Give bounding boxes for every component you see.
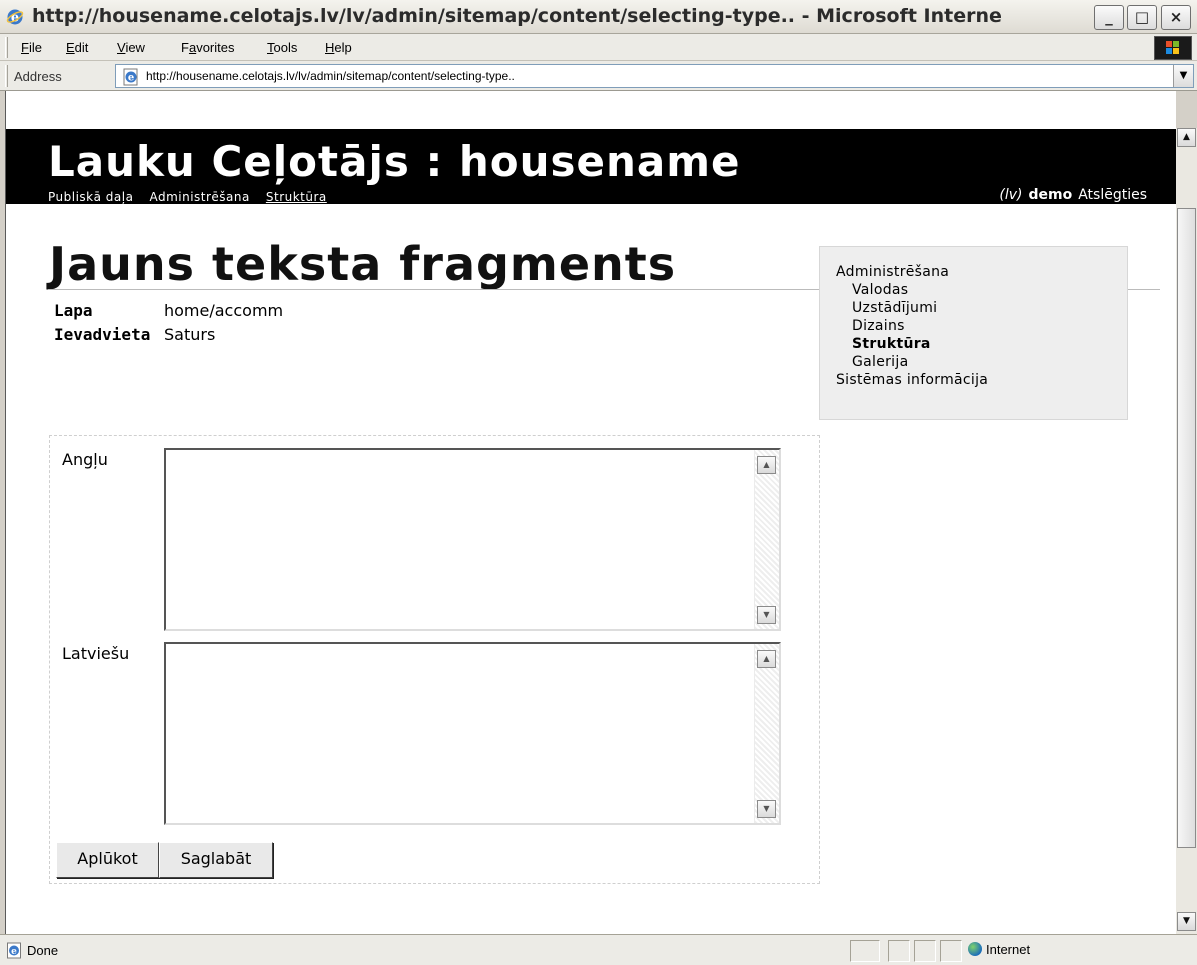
logout-link[interactable]: Atslēgties [1078,187,1147,203]
username: demo [1028,187,1073,203]
status-pane [914,940,936,962]
page-done-icon: e [7,942,21,959]
meta-row: Lapa home/accomm [54,301,283,325]
menu-bar: File Edit View Favorites Tools Help [0,34,1197,61]
toolbar-grip[interactable] [5,37,8,58]
page-icon: e [123,68,138,86]
windows-logo-icon [1154,36,1192,60]
meta-key: Lapa [54,301,93,320]
textarea-scrollbar[interactable]: ▲ ▼ [754,644,779,823]
nav-public[interactable]: Publiskā daļa [48,190,133,204]
sidebar-heading[interactable]: Administrēšana [836,263,1127,281]
save-button[interactable]: Saglabāt [159,842,273,878]
address-bar: Address e http://housename.celotajs.lv/l… [0,61,1197,91]
scroll-thumb[interactable] [1177,208,1196,848]
menu-tools[interactable]: Tools [267,40,297,55]
sidebar-item-system-info[interactable]: Sistēmas informācija [836,371,1127,389]
security-zone: Internet [968,942,1030,957]
zone-label: Internet [986,942,1031,957]
address-input[interactable]: e http://housename.celotajs.lv/lv/admin/… [115,64,1194,88]
site-header: Lauku Ceļotājs : housename Publiskā daļa… [6,129,1176,204]
svg-text:e: e [128,73,134,84]
menu-help[interactable]: Help [325,40,352,55]
menu-file[interactable]: File [21,40,42,55]
textarea-english[interactable]: ▲ ▼ [164,448,781,631]
page-title: Jauns teksta fragments [49,237,677,291]
status-pane [850,940,880,962]
menu-edit[interactable]: Edit [66,40,88,55]
menu-view[interactable]: View [117,40,145,55]
status-bar: e Done Internet [0,934,1197,965]
scroll-down-icon[interactable]: ▼ [757,606,776,624]
meta-value: Saturs [164,325,216,344]
toolbar-grip[interactable] [5,65,8,87]
menu-favorites[interactable]: Favorites [181,40,234,55]
address-dropdown-button[interactable]: ▼ [1173,65,1193,87]
internet-explorer-icon: e [6,9,24,26]
sidebar-item-gallery[interactable]: Galerija [836,353,1127,371]
site-title: Lauku Ceļotājs : housename [48,137,741,186]
scroll-down-icon[interactable]: ▼ [757,800,776,818]
user-box: (lv) demo Atslēgties [999,187,1147,203]
address-label: Address [14,69,62,84]
textarea-scrollbar[interactable]: ▲ ▼ [754,450,779,629]
meta-value: home/accomm [164,301,284,320]
scroll-up-icon[interactable]: ▲ [757,456,776,474]
scroll-up-icon[interactable]: ▲ [1177,128,1196,147]
scroll-up-icon[interactable]: ▲ [757,650,776,668]
nav-structure[interactable]: Struktūra [266,190,327,204]
svg-text:e: e [11,947,17,957]
window-title: http://housename.celotajs.lv/lv/admin/si… [32,5,1002,27]
scroll-down-icon[interactable]: ▼ [1177,912,1196,931]
status-text: Done [27,943,59,958]
page-viewport: Lauku Ceļotājs : housename Publiskā daļa… [5,91,1176,934]
admin-sidebar: Administrēšana Valodas Uzstādījumi Dizai… [819,246,1128,420]
language-indicator[interactable]: (lv) [999,187,1022,203]
page-meta: Lapa home/accomm Ievadvieta Saturs [54,301,283,349]
minimize-button[interactable]: _ [1094,5,1124,30]
preview-button[interactable]: Aplūkot [56,842,159,878]
sidebar-item-structure[interactable]: Struktūra [836,335,1127,353]
field-label-english: Angļu [62,450,108,469]
sidebar-item-settings[interactable]: Uzstādījumi [836,299,1127,317]
close-button[interactable]: × [1161,5,1191,30]
address-url: http://housename.celotajs.lv/lv/admin/si… [146,69,515,83]
top-navigation: Publiskā daļa Administrēšana Struktūra [48,190,343,204]
sidebar-item-languages[interactable]: Valodas [836,281,1127,299]
sidebar-item-design[interactable]: Dizains [836,317,1127,335]
page-scrollbar[interactable]: ▲ ▼ [1176,128,1197,934]
textarea-english-input[interactable] [166,450,754,629]
meta-row: Ievadvieta Saturs [54,325,283,349]
textarea-latvian[interactable]: ▲ ▼ [164,642,781,825]
field-label-latvian: Latviešu [62,644,130,663]
maximize-button[interactable]: □ [1127,5,1157,30]
status-pane [888,940,910,962]
globe-icon [968,942,982,956]
window-titlebar: e http://housename.celotajs.lv/lv/admin/… [0,0,1197,34]
meta-key: Ievadvieta [54,325,151,344]
textarea-latvian-input[interactable] [166,644,754,823]
nav-administration[interactable]: Administrēšana [149,190,249,204]
status-pane [940,940,962,962]
fragment-form: Angļu ▲ ▼ Latviešu ▲ ▼ [49,435,820,884]
